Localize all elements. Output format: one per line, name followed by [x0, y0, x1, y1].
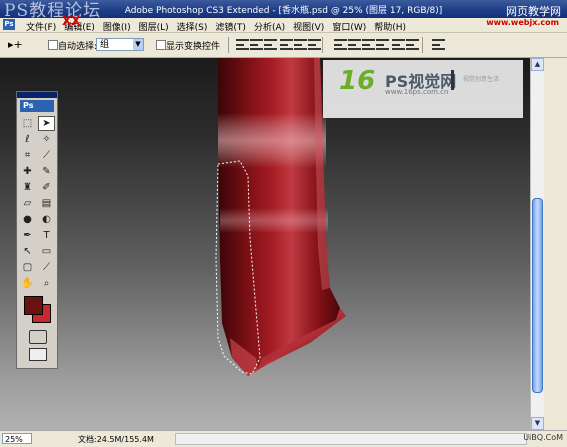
align-icon[interactable] [236, 39, 249, 50]
palette-header[interactable] [17, 92, 57, 98]
logo-divider [451, 70, 454, 90]
separator [228, 37, 229, 53]
align-icon[interactable] [334, 39, 347, 50]
scroll-down-button[interactable]: ▼ [531, 417, 544, 430]
move-tool-preset-icon[interactable]: ▸+ [8, 38, 23, 51]
lasso-icon[interactable]: ℓ [19, 132, 36, 147]
auto-select-checkbox[interactable] [48, 40, 58, 50]
slice-icon[interactable]: ⟋ [38, 148, 55, 163]
brush-icon[interactable]: ✎ [38, 164, 55, 179]
menu-bar: Ps 文件(F) 编辑(E) 图像(I) 图层(L) 选择(S) 滤镜(T) 分析(A) 视图… [0, 18, 567, 33]
blur-icon[interactable]: ● [19, 212, 36, 227]
path-select-icon[interactable]: ↖ [19, 244, 36, 259]
gradient-icon[interactable]: ▤ [38, 196, 55, 211]
scroll-up-button[interactable]: ▲ [531, 58, 544, 71]
menu-item[interactable]: 文件(F) [26, 20, 56, 33]
scroll-thumb[interactable] [532, 198, 543, 393]
marquee-icon[interactable]: ⬚ [19, 116, 36, 131]
stamp-icon[interactable]: ♜ [19, 180, 36, 195]
auto-select-dropdown[interactable]: 组 ▼ [96, 38, 144, 51]
horizontal-scrollbar[interactable] [175, 433, 527, 445]
foreground-color-swatch[interactable] [24, 296, 43, 315]
separator [322, 37, 323, 53]
move-icon[interactable]: ➤ [38, 116, 55, 131]
align-icon[interactable] [250, 39, 263, 50]
align-icon[interactable] [348, 39, 361, 50]
logo-number: 16 [339, 66, 376, 96]
hand-icon[interactable]: ✋ [19, 276, 36, 291]
align-icon[interactable] [294, 39, 307, 50]
type-icon[interactable]: T [38, 228, 55, 243]
healing-icon[interactable]: ✚ [19, 164, 36, 179]
chevron-down-icon: ▼ [133, 39, 143, 50]
logo-tagline: 视觉创意生活 [463, 76, 500, 83]
dodge-icon[interactable]: ◐ [38, 212, 55, 227]
screen-mode-icon[interactable] [29, 348, 47, 361]
menu-item[interactable]: 视图(V) [293, 20, 324, 33]
window-title: Adobe Photoshop CS3 Extended - [香水瓶.psd … [124, 6, 443, 16]
separator [422, 37, 423, 53]
menu-item[interactable]: 图层(L) [139, 20, 169, 33]
crop-icon[interactable]: ⌗ [19, 148, 36, 163]
show-transform-label: 显示变换控件 [166, 42, 221, 52]
app-icon[interactable]: Ps [3, 19, 15, 30]
zoom-field[interactable]: 25% [2, 433, 32, 444]
history-brush-icon[interactable]: ✐ [38, 180, 55, 195]
menu-item[interactable]: 滤镜(T) [215, 20, 246, 33]
zoom-icon[interactable]: ⌕ [38, 276, 55, 291]
align-icon[interactable] [308, 39, 321, 50]
pen-icon[interactable]: ✒ [19, 228, 36, 243]
notes-icon[interactable]: ▢ [19, 260, 36, 275]
document-size[interactable]: 文档:24.5M/155.4M [78, 434, 154, 445]
red-mark: XX [62, 14, 81, 28]
site-watermark: www.webjx.com [486, 18, 559, 27]
menu-item[interactable]: 窗口(W) [332, 20, 366, 33]
menu-item[interactable]: 选择(S) [177, 20, 208, 33]
palette-logo: Ps [20, 100, 54, 112]
site-logo: 16 PS视觉网 www.16ps.com.cn 视觉创意生活 [323, 60, 523, 118]
shape-icon[interactable]: ▭ [38, 244, 55, 259]
align-icon[interactable] [406, 39, 419, 50]
align-icon[interactable] [376, 39, 389, 50]
quick-mask-icon[interactable] [29, 330, 47, 344]
title-bar: PS教程论坛 Adobe Photoshop CS3 Extended - [香… [0, 0, 567, 21]
eyedropper-icon[interactable]: ⟋ [38, 260, 55, 275]
right-panel-strip [544, 58, 567, 430]
align-icon[interactable] [432, 39, 445, 50]
auto-select-value: 组 [100, 40, 110, 50]
status-watermark: UiBQ.CoM [523, 433, 563, 442]
eraser-icon[interactable]: ▱ [19, 196, 36, 211]
logo-url: www.16ps.com.cn [385, 88, 449, 96]
align-icon[interactable] [392, 39, 405, 50]
magic-wand-icon[interactable]: ✧ [38, 132, 55, 147]
align-icon[interactable] [362, 39, 375, 50]
tools-palette: Ps ⬚ ➤ ℓ ✧ ⌗ ⟋ ✚ ✎ ♜ ✐ ▱ ▤ ● ◐ ✒ T ↖ ▭ ▢ ⟋ ✋ ⌕ [16, 91, 58, 369]
status-bar: 25% 文档:24.5M/155.4M UiBQ.CoM [0, 430, 567, 447]
align-icon[interactable] [280, 39, 293, 50]
show-transform-checkbox[interactable] [156, 40, 166, 50]
document-canvas[interactable]: 16 PS视觉网 www.16ps.com.cn 视觉创意生活 [0, 58, 530, 430]
align-icon[interactable] [264, 39, 277, 50]
auto-select-label: 自动选择: [58, 42, 98, 52]
vertical-scrollbar[interactable]: ▲ ▼ [530, 58, 544, 430]
watermark-right: 网页教学网 [506, 5, 561, 18]
options-bar: ▸+ 自动选择: 组 ▼ 显示变换控件 [0, 33, 567, 58]
menu-item[interactable]: 帮助(H) [374, 20, 406, 33]
menu-item[interactable]: 图像(I) [103, 20, 131, 33]
menu-item[interactable]: 分析(A) [254, 20, 285, 33]
